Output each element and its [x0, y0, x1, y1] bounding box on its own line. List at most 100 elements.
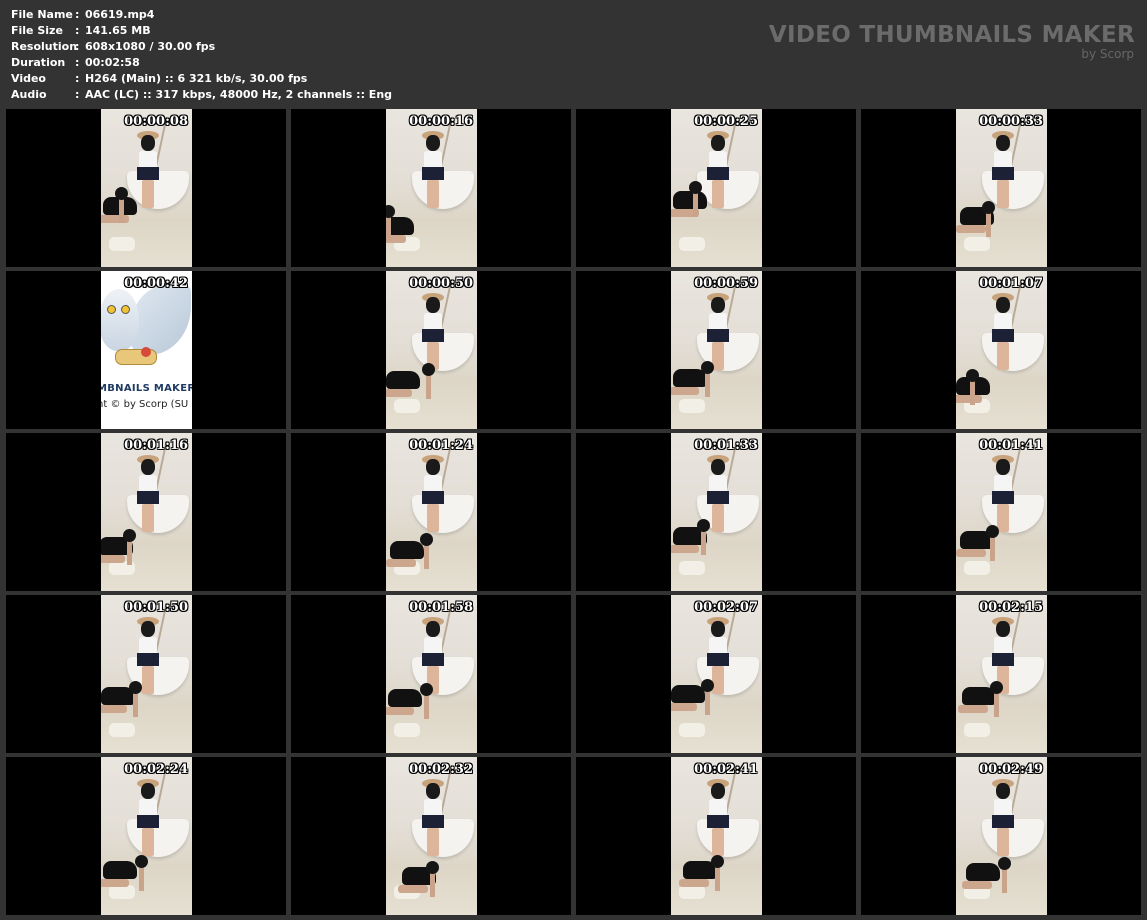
- man-head: [711, 855, 724, 868]
- brand-logo: VIDEO THUMBNAILS MAKER by Scorp: [769, 22, 1135, 60]
- girl-skirt: [707, 491, 729, 504]
- man-legs: [962, 881, 992, 889]
- timestamp-label: 00:02:41: [694, 762, 758, 777]
- owl-wing-shape: [131, 285, 191, 355]
- girl-head: [996, 135, 1010, 151]
- girl-skirt: [137, 815, 159, 828]
- man-arm: [426, 373, 431, 399]
- thumbnail-cell: 00:00:33: [861, 109, 1141, 267]
- video-frame: 00:00:16: [386, 109, 477, 267]
- video-frame: 00:02:41: [671, 757, 762, 915]
- timestamp-label: 00:01:50: [124, 600, 188, 615]
- man-arm: [127, 539, 132, 565]
- logo-text-title: MBNAILS MAKER 8: [101, 383, 192, 394]
- girl-skirt: [707, 329, 729, 342]
- timestamp-label: 00:01:16: [124, 438, 188, 453]
- girl-skirt: [992, 329, 1014, 342]
- brand-byline: by Scorp: [1081, 47, 1134, 61]
- video-frame: 00:00:08: [101, 109, 192, 267]
- info-key: Audio: [11, 88, 47, 101]
- man-arm: [701, 529, 706, 555]
- thumbnail-cell: 00:00:08: [6, 109, 286, 267]
- man-legs: [398, 885, 428, 893]
- timestamp-label: 00:02:07: [694, 600, 758, 615]
- info-value: 00:02:58: [85, 56, 140, 69]
- girl-skirt: [992, 167, 1014, 180]
- man-legs: [101, 879, 129, 887]
- timestamp-label: 00:01:41: [979, 438, 1043, 453]
- man-legs: [956, 549, 986, 557]
- girl-head: [996, 297, 1010, 313]
- thumbnail-cell: 00:01:50: [6, 595, 286, 753]
- file-info: File Name : 06619.mp4 File Size : 141.65…: [11, 7, 392, 103]
- girl-head: [141, 621, 155, 637]
- girl-head: [996, 459, 1010, 475]
- girl-legs: [142, 828, 154, 856]
- girl-head: [711, 783, 725, 799]
- info-separator: :: [75, 72, 80, 85]
- floor-cushion: [109, 237, 135, 251]
- man-head: [998, 857, 1011, 870]
- thumbnail-cell: 00:00:25: [576, 109, 856, 267]
- man-legs: [101, 215, 129, 223]
- man-arm: [970, 379, 975, 405]
- girl-legs: [712, 504, 724, 532]
- info-row-file-size: File Size : 141.65 MB: [11, 23, 392, 39]
- girl-legs: [427, 180, 439, 208]
- girl-legs: [997, 342, 1009, 370]
- video-frame: 00:02:24: [101, 757, 192, 915]
- girl-head: [711, 135, 725, 151]
- girl-head: [141, 783, 155, 799]
- timestamp-label: 00:00:42: [124, 276, 188, 291]
- info-value: H264 (Main) :: 6 321 kb/s, 30.00 fps: [85, 72, 308, 85]
- man-head: [697, 519, 710, 532]
- owl-logo-frame: MBNAILS MAKER 8 nt © by Scorp (SU 00:00:42: [101, 271, 192, 429]
- info-separator: :: [75, 88, 80, 101]
- timestamp-label: 00:00:59: [694, 276, 758, 291]
- logo-text-copyright: nt © by Scorp (SU: [101, 399, 189, 410]
- floor-cushion: [679, 885, 705, 899]
- timestamp-label: 00:00:25: [694, 114, 758, 129]
- girl-skirt: [422, 329, 444, 342]
- man-arm: [990, 535, 995, 561]
- video-frame: 00:02:49: [956, 757, 1047, 915]
- girl-skirt: [707, 653, 729, 666]
- floor-cushion: [679, 561, 705, 575]
- thumbnail-cell: 00:01:58: [291, 595, 571, 753]
- girl-skirt: [422, 815, 444, 828]
- man-legs: [386, 559, 416, 567]
- timestamp-label: 00:01:07: [979, 276, 1043, 291]
- man-legs: [386, 389, 412, 397]
- info-value: 608x1080 / 30.00 fps: [85, 40, 216, 53]
- man-head: [426, 861, 439, 874]
- girl-legs: [997, 504, 1009, 532]
- info-row-resolution: Resolution : 608x1080 / 30.00 fps: [11, 39, 392, 55]
- info-separator: :: [75, 56, 80, 69]
- man-legs: [101, 705, 127, 713]
- info-separator: :: [75, 24, 80, 37]
- info-key: Resolution: [11, 40, 78, 53]
- seal-icon: [141, 347, 151, 357]
- floor-cushion: [109, 885, 135, 899]
- girl-head: [711, 459, 725, 475]
- thumbnail-cell: 00:02:07: [576, 595, 856, 753]
- floor-cushion: [679, 399, 705, 413]
- man-head: [990, 681, 1003, 694]
- man-legs: [958, 705, 988, 713]
- man-arm: [994, 691, 999, 717]
- man-legs: [679, 879, 709, 887]
- man-arm: [1002, 867, 1007, 893]
- man-torso: [966, 863, 1000, 881]
- thumbnail-cell: 00:01:24: [291, 433, 571, 591]
- timestamp-label: 00:02:32: [409, 762, 473, 777]
- girl-skirt: [707, 167, 729, 180]
- girl-head: [141, 135, 155, 151]
- thumbnail-cell: 00:01:33: [576, 433, 856, 591]
- girl-head: [426, 621, 440, 637]
- man-head: [701, 361, 714, 374]
- girl-legs: [427, 504, 439, 532]
- girl-head: [426, 459, 440, 475]
- man-arm: [139, 865, 144, 891]
- floor-cushion: [964, 561, 990, 575]
- owl-eye-icon: [107, 305, 116, 314]
